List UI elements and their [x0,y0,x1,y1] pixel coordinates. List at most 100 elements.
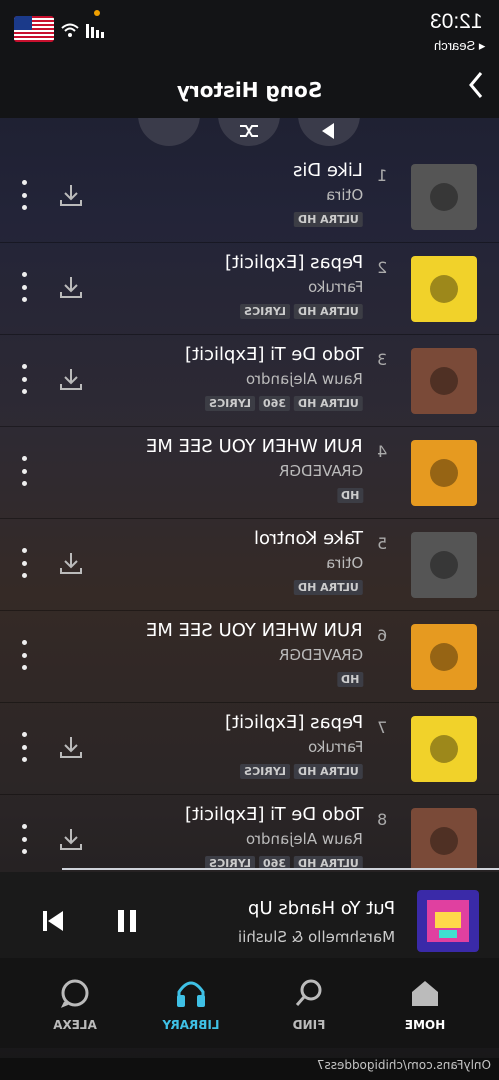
recording-dot [94,10,100,16]
track-number: 1 [376,166,387,185]
tab-library[interactable]: LIBRARY [146,976,236,1032]
song-artist: Rauw Alejandro [246,370,363,388]
track-number: 8 [376,810,387,829]
back-search-label: Search [433,38,475,53]
song-history-list: 1 Like Dis Otira ULTRA HD 2 Pepas [Explicit] F… [0,150,499,870]
previous-track-button[interactable] [40,908,66,934]
now-playing-artist: Marshmello & Slushii [237,928,395,946]
album-art [411,256,477,322]
tab-home[interactable]: HOME [380,976,470,1032]
now-playing-title: Put Yo Hands Up [247,898,395,919]
song-title: Take Kontrol [253,528,363,549]
track-number: 6 [376,626,387,645]
download-icon[interactable] [58,550,84,576]
download-icon[interactable] [58,182,84,208]
back-to-search-link[interactable]: ◂ Search [434,38,485,54]
quality-badges: ULTRA HD [294,212,363,227]
tab-find-label: FIND [292,1018,326,1032]
now-playing-album-art [417,890,479,952]
song-title: RUN WHEN YOU SEE ME [146,436,363,457]
status-bar: 12:03 ◂ Search [0,0,499,60]
more-options-icon[interactable] [20,548,28,578]
quality-badge: LYRICS [240,764,291,779]
album-art [411,532,477,598]
more-options-icon[interactable] [20,640,28,670]
headphones-icon [146,976,236,1010]
quality-badges: ULTRA HD LYRICS [240,764,363,779]
album-art [411,808,477,870]
skip-back-icon [43,911,63,931]
page-title: Song History [176,78,323,102]
playback-progress-bar[interactable] [62,868,499,870]
tab-alexa[interactable]: ALEXA [30,976,120,1032]
quality-badge: LYRICS [205,396,256,411]
quality-badge: 360 [259,396,291,411]
song-row[interactable]: 1 Like Dis Otira ULTRA HD [0,150,499,243]
song-artist: GRAVEDGR [278,646,363,664]
song-title: RUN WHEN YOU SEE ME [146,620,363,641]
play-button[interactable] [298,118,360,146]
song-artist: Otira [325,186,363,204]
song-row[interactable]: 7 Pepas [Explicit] Farruko ULTRA HD LYRICS [0,702,499,795]
quality-badge: ULTRA HD [294,580,363,595]
song-row[interactable]: 5 Take Kontrol Otira ULTRA HD [0,518,499,611]
action-buttons [0,118,499,148]
more-options-icon[interactable] [20,180,28,210]
more-options-icon[interactable] [20,732,28,762]
song-title: Todo De Ti [Explicit] [184,804,363,825]
now-playing-bar[interactable]: Put Yo Hands Up Marshmello & Slushii [0,872,499,958]
quality-badge: ULTRA HD [294,304,363,319]
album-art [411,348,477,414]
track-number: 2 [376,258,387,277]
album-art [411,164,477,230]
album-art [411,624,477,690]
us-flag-icon [14,16,54,42]
song-row[interactable]: 8 Todo De Ti [Explicit] Rauw Alejandro ULTR… [0,794,499,870]
tab-find[interactable]: FIND [264,976,354,1032]
song-artist: GRAVEDGR [278,462,363,480]
quality-badge: HD [336,672,363,687]
album-art [411,716,477,782]
song-title: Like Dis [293,160,363,181]
more-options-icon[interactable] [20,272,28,302]
pause-button[interactable] [114,908,140,934]
action-circle-button[interactable] [138,118,200,146]
song-title: Pepas [Explicit] [224,712,363,733]
song-row[interactable]: 4 RUN WHEN YOU SEE ME GRAVEDGR HD [0,426,499,519]
song-row[interactable]: 2 Pepas [Explicit] Farruko ULTRA HD LYRICS [0,242,499,335]
song-row[interactable]: 3 Todo De Ti [Explicit] Rauw Alejandro ULTR… [0,334,499,427]
song-artist: Otira [325,554,363,572]
tab-home-label: HOME [404,1018,446,1032]
download-icon[interactable] [58,274,84,300]
shuffle-button[interactable] [218,118,280,146]
download-icon[interactable] [58,826,84,852]
quality-badge: LYRICS [240,304,291,319]
quality-badge: ULTRA HD [294,396,363,411]
tab-alexa-label: ALEXA [53,1018,97,1032]
song-title: Pepas [Explicit] [224,252,363,273]
track-number: 5 [376,534,387,553]
quality-badge: ULTRA HD [294,764,363,779]
clock: 12:03 [430,10,483,33]
tab-bar: HOME FIND LIBRARY ALEXA [0,958,499,1048]
home-icon [380,976,470,1010]
more-options-icon[interactable] [20,824,28,854]
song-artist: Farruko [307,738,363,756]
quality-badges: ULTRA HD LYRICS [240,304,363,319]
song-title: Todo De Ti [Explicit] [184,344,363,365]
download-icon[interactable] [58,366,84,392]
more-options-icon[interactable] [20,456,28,486]
alexa-icon [30,976,120,1010]
quality-badges: ULTRA HD [294,580,363,595]
more-options-icon[interactable] [20,364,28,394]
song-artist: Farruko [307,278,363,296]
track-number: 3 [376,350,387,369]
album-art [411,440,477,506]
song-row[interactable]: 6 RUN WHEN YOU SEE ME GRAVEDGR HD [0,610,499,703]
quality-badges: ULTRA HD 360 LYRICS [205,396,363,411]
download-icon[interactable] [58,734,84,760]
track-number: 4 [376,442,387,461]
quality-badges: HD [336,488,363,503]
back-chevron-icon[interactable] [465,70,485,108]
track-number: 7 [376,718,387,737]
